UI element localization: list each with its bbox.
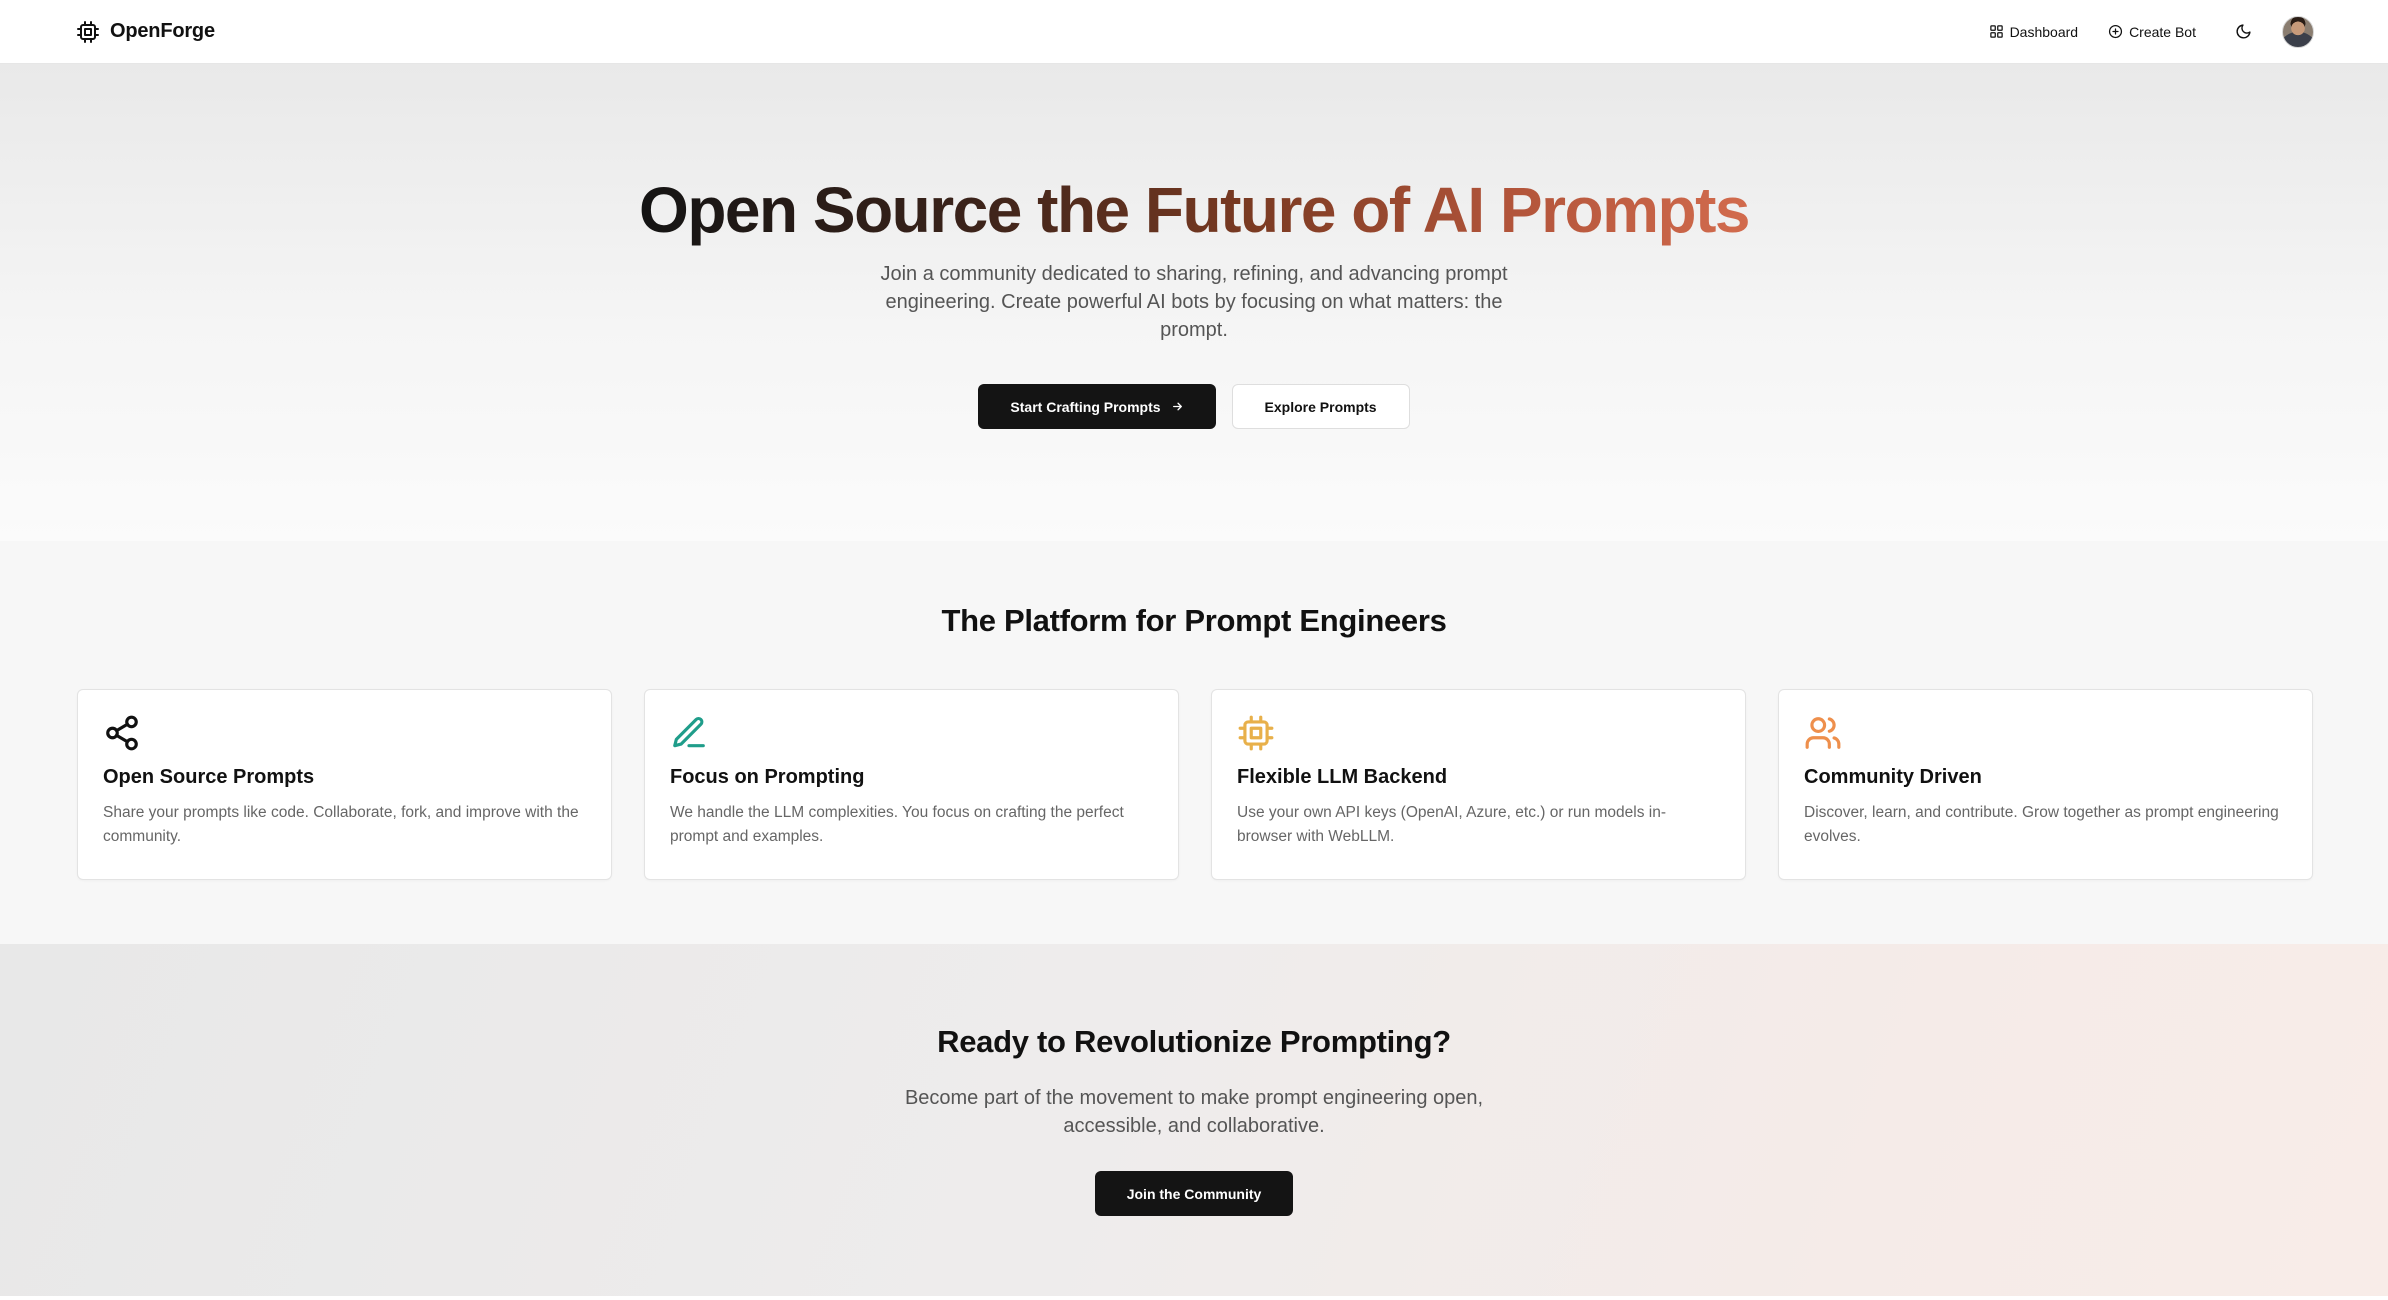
users-icon: [1804, 714, 1842, 752]
share-icon: [103, 714, 141, 752]
feature-card-description: Discover, learn, and contribute. Grow to…: [1804, 804, 2279, 845]
moon-icon: [2236, 24, 2251, 39]
brand-link[interactable]: OpenForge: [76, 20, 215, 44]
explore-prompts-button[interactable]: Explore Prompts: [1231, 384, 1410, 429]
cta-section: Ready to Revolutionize Prompting? Become…: [0, 944, 2388, 1296]
feature-card-description: Use your own API keys (OpenAI, Azure, et…: [1237, 804, 1667, 845]
user-avatar[interactable]: [2282, 15, 2314, 48]
feature-card-title: Community Driven: [1804, 766, 1982, 788]
feature-cards: Open Source Prompts Share your prompts l…: [77, 689, 2313, 880]
start-crafting-label: Start Crafting Prompts: [1010, 398, 1161, 415]
join-community-button[interactable]: Join the Community: [1094, 1171, 1294, 1216]
join-community-label: Join the Community: [1126, 1185, 1262, 1202]
cpu-logo-icon: [77, 20, 99, 43]
pen-icon: [670, 714, 708, 752]
explore-prompts-label: Explore Prompts: [1264, 398, 1377, 415]
feature-card: Flexible LLM Backend Use your own API ke…: [1211, 689, 1746, 880]
feature-card: Community Driven Discover, learn, and co…: [1778, 689, 2313, 880]
hero-title-text: Open Source the Future of AI Prompts: [639, 174, 1750, 246]
feature-card: Focus on Prompting We handle the LLM com…: [644, 689, 1179, 880]
feature-card-description: Share your prompts like code. Collaborat…: [103, 804, 579, 845]
brand-name: OpenForge: [110, 20, 215, 42]
nav-create-bot-label: Create Bot: [2129, 23, 2196, 40]
cta-actions: Join the Community: [0, 1171, 2388, 1216]
hero-actions: Start Crafting Prompts Explore Prompts: [0, 384, 2388, 429]
cpu-icon: [1237, 714, 1275, 752]
navbar: OpenForge Dashboard Create Bot: [0, 0, 2388, 64]
features-section: The Platform for Prompt Engineers Open S…: [0, 541, 2388, 944]
plus-circle-icon: [2109, 24, 2123, 39]
feature-card: Open Source Prompts Share your prompts l…: [77, 689, 612, 880]
feature-card-title: Focus on Prompting: [670, 766, 865, 788]
hero-subtitle: Join a community dedicated to sharing, r…: [880, 263, 1508, 341]
cta-title: Ready to Revolutionize Prompting?: [937, 1024, 1451, 1059]
hero-title: Open Source the Future of AI Prompts: [0, 172, 2388, 249]
nav-create-bot-link[interactable]: Create Bot: [2100, 18, 2204, 46]
nav-dashboard-link[interactable]: Dashboard: [1981, 18, 2087, 46]
start-crafting-button[interactable]: Start Crafting Prompts: [978, 384, 1216, 429]
feature-card-title: Open Source Prompts: [103, 766, 315, 788]
features-title: The Platform for Prompt Engineers: [941, 603, 1447, 638]
nav-dashboard-label: Dashboard: [2009, 23, 2079, 40]
feature-card-title: Flexible LLM Backend: [1237, 766, 1448, 788]
dashboard-grid-icon: [1989, 25, 2003, 38]
nav-actions: Dashboard Create Bot: [1967, 15, 2314, 48]
feature-card-description: We handle the LLM complexities. You focu…: [670, 804, 1124, 845]
cta-subtitle: Become part of the movement to make prom…: [904, 1087, 1484, 1137]
theme-toggle-button[interactable]: [2228, 17, 2258, 47]
arrow-right-icon: [1172, 402, 1182, 411]
hero-section: Open Source the Future of AI Prompts Joi…: [0, 64, 2388, 541]
